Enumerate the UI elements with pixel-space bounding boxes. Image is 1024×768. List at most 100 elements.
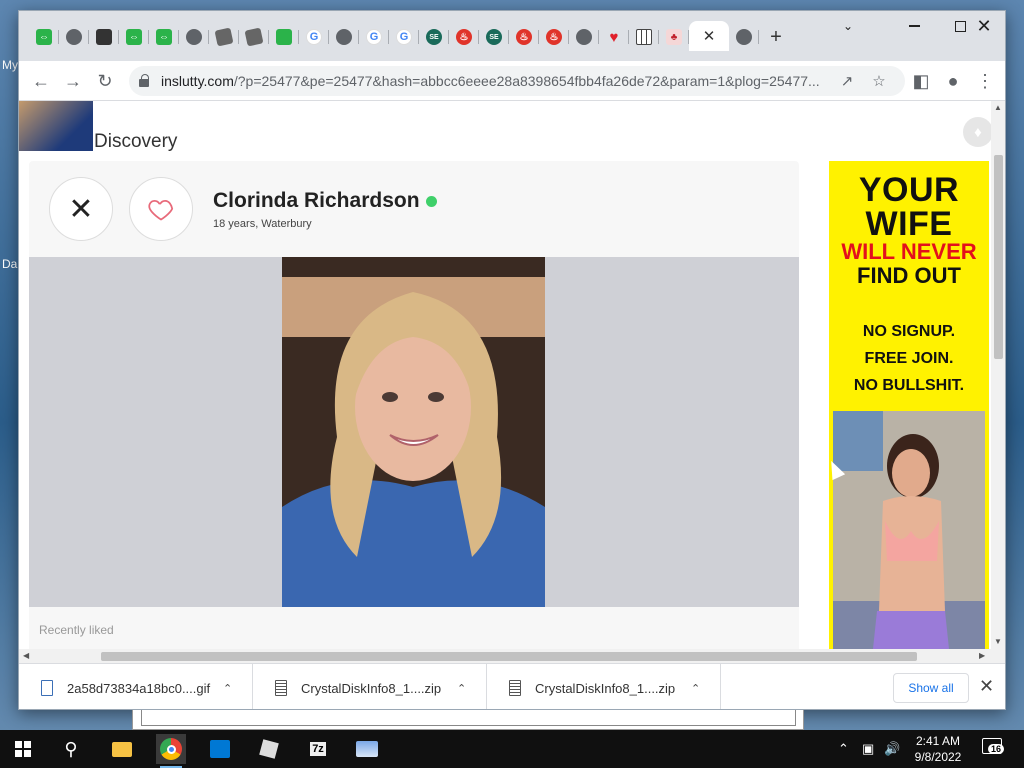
vertical-scrollbar[interactable]: ▲ ▼ [991,101,1005,649]
show-hidden-icons-button[interactable]: ⌃ [838,730,849,768]
chevron-up-icon[interactable]: ⌃ [223,682,232,695]
chevron-down-icon: ⌄ [842,19,854,33]
profile-photo[interactable] [282,257,545,607]
profile-button[interactable]: ● [941,69,965,93]
forward-button[interactable]: → [61,69,85,93]
chevron-up-icon[interactable]: ⌃ [691,682,700,695]
dislike-button[interactable]: ✕ [49,177,113,241]
minimize-button[interactable] [891,11,937,41]
close-icon: ✕ [979,676,995,696]
scroll-right-icon[interactable]: ▶ [979,651,985,660]
globe-icon [66,29,82,45]
download-filename: 2a58d73834a18bc0....gif [67,680,211,696]
menu-button[interactable]: ⋮ [973,69,997,93]
ad-bullet: NO SIGNUP. [862,323,956,340]
desktop-icon-label[interactable]: Da [2,257,17,271]
reload-button[interactable]: ↻ [93,69,117,93]
browser-tab[interactable] [239,23,269,51]
search-button[interactable]: ⚲ [56,734,86,764]
windows-icon [15,741,31,757]
network-icon[interactable]: ▣ [862,730,874,768]
new-tab-button[interactable]: + [759,23,793,51]
ad-subline: FIND OUT [857,263,961,288]
tab-list: ⇔ ⇔ ⇔ G G G SE ♨ SE ♨ ♨ ♥ ♣ ✕ + [29,21,793,51]
browser-tab[interactable]: G [389,23,419,51]
browser-tab[interactable] [89,23,119,51]
url-text[interactable]: inslutty.com/?p=25477&pe=25477&hash=abbc… [161,73,827,89]
browser-tab[interactable]: ⇔ [119,23,149,51]
desktop-icon-label[interactable]: My [2,58,18,72]
header-avatar-image[interactable] [19,101,93,151]
start-button[interactable] [8,734,38,764]
browser-tab[interactable]: G [299,23,329,51]
browser-tab[interactable]: G [359,23,389,51]
download-item[interactable]: 2a58d73834a18bc0....gif ⌃ [19,664,253,709]
taskbar-roblox[interactable] [254,734,284,764]
link-green-icon: ⇔ [36,29,52,45]
scroll-thumb[interactable] [994,155,1003,359]
active-tab-close-button[interactable]: ✕ [689,21,729,51]
taskbar-chrome[interactable] [156,734,186,768]
fire-icon: ♨ [546,29,562,45]
browser-tab[interactable] [59,23,89,51]
browser-tab[interactable]: ♥ [599,23,629,51]
browser-tab[interactable] [269,23,299,51]
browser-tab[interactable]: SE [419,23,449,51]
ad-red-line: WILL NEVER [841,239,977,264]
browser-tab[interactable]: ♨ [539,23,569,51]
download-item[interactable]: CrystalDiskInfo8_1....zip ⌃ [487,664,721,709]
tab-search-button[interactable]: ⌄ [825,11,871,41]
chevron-up-icon[interactable]: ⌃ [457,682,466,695]
ad-image[interactable] [833,411,985,649]
scroll-left-icon[interactable]: ◀ [23,651,29,660]
close-download-bar-button[interactable]: ✕ [979,676,994,697]
browser-tab[interactable]: ♨ [449,23,479,51]
clock-date: 9/8/2022 [914,750,962,764]
side-panel-button[interactable]: ◧ [909,69,933,93]
browser-tab[interactable]: SE [479,23,509,51]
browser-tab[interactable] [179,23,209,51]
taskbar-store[interactable] [205,734,235,764]
browser-tab[interactable] [209,23,239,51]
ad-banner[interactable]: YOUR WIFE WILL NEVER FIND OUT NO SIGNUP. … [829,161,989,649]
notification-bell-icon[interactable]: ♦ [963,117,993,147]
browser-tab[interactable]: ⇔ [149,23,179,51]
browser-tab[interactable]: ⇔ [29,23,59,51]
close-window-button[interactable]: ✕ [961,11,1005,41]
bird-icon [276,29,292,45]
background-window [132,710,804,730]
clock[interactable]: 2:41 AM 9/8/2022 [906,733,970,765]
profile-name: Clorinda Richardson [213,189,437,213]
back-button[interactable]: ← [29,69,53,93]
browser-tab[interactable] [329,23,359,51]
image-file-icon [41,680,53,696]
browser-tab[interactable] [569,23,599,51]
scroll-thumb[interactable] [101,652,917,661]
download-item[interactable]: CrystalDiskInfo8_1....zip ⌃ [253,664,487,709]
scroll-down-icon[interactable]: ▼ [994,637,1002,646]
like-button[interactable] [129,177,193,241]
taskbar-app[interactable] [352,734,382,764]
heart-icon [148,199,174,221]
chrome-icon [160,738,182,760]
show-all-downloads-button[interactable]: Show all [893,673,969,703]
browser-tab[interactable]: ♨ [509,23,539,51]
scroll-up-icon[interactable]: ▲ [994,103,1002,112]
close-icon: ✕ [976,15,992,36]
search-icon: ⚲ [64,738,78,759]
share-icon[interactable]: ↗ [837,71,857,91]
fire-icon: ♨ [516,29,532,45]
browser-tab[interactable] [729,23,759,51]
address-bar[interactable]: inslutty.com/?p=25477&pe=25477&hash=abbc… [129,66,905,96]
side-panel-icon: ◧ [912,70,930,91]
browser-tab[interactable] [629,23,659,51]
bookmark-star-icon[interactable]: ☆ [869,71,889,91]
browser-tab[interactable]: ♣ [659,23,689,51]
taskbar-file-explorer[interactable] [107,734,137,764]
ad-headline: YOUR WIFE [829,173,989,241]
arrow-right-icon: → [64,70,82,91]
profile-photo-area[interactable] [29,257,799,607]
taskbar-7zip[interactable]: 7z [303,734,333,764]
volume-icon[interactable]: 🔊 [884,730,900,768]
horizontal-scrollbar[interactable]: ◀ ▶ [19,649,1005,663]
